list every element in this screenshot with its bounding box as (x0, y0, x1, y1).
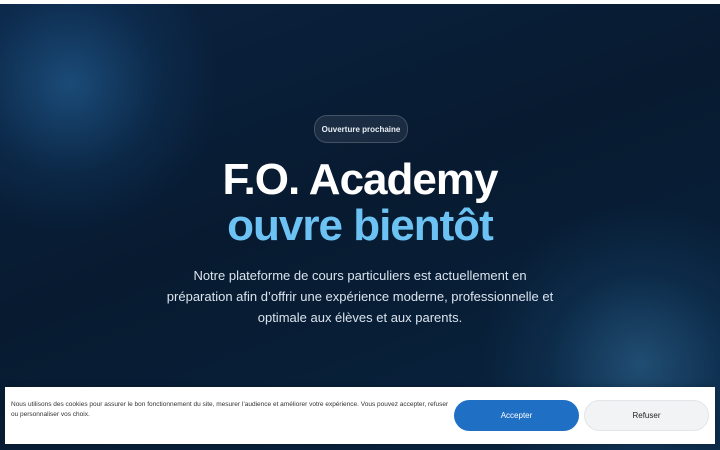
cookie-banner-text: Nous utilisons des cookies pour assurer … (11, 401, 449, 418)
opening-soon-badge: Ouverture prochaine (314, 115, 408, 143)
accept-cookies-button[interactable]: Accepter (454, 400, 579, 431)
refuse-cookies-button[interactable]: Refuser (584, 400, 709, 431)
hero-description: Notre plateforme de cours particuliers e… (166, 268, 554, 325)
page-subtitle: ouvre bientôt (227, 201, 494, 250)
hero-section: Ouverture prochaine F.O. Academy ouvre b… (0, 4, 720, 450)
cookie-banner: Nous utilisons des cookies pour assurer … (5, 387, 715, 444)
page-title: F.O. Academy (222, 155, 499, 204)
